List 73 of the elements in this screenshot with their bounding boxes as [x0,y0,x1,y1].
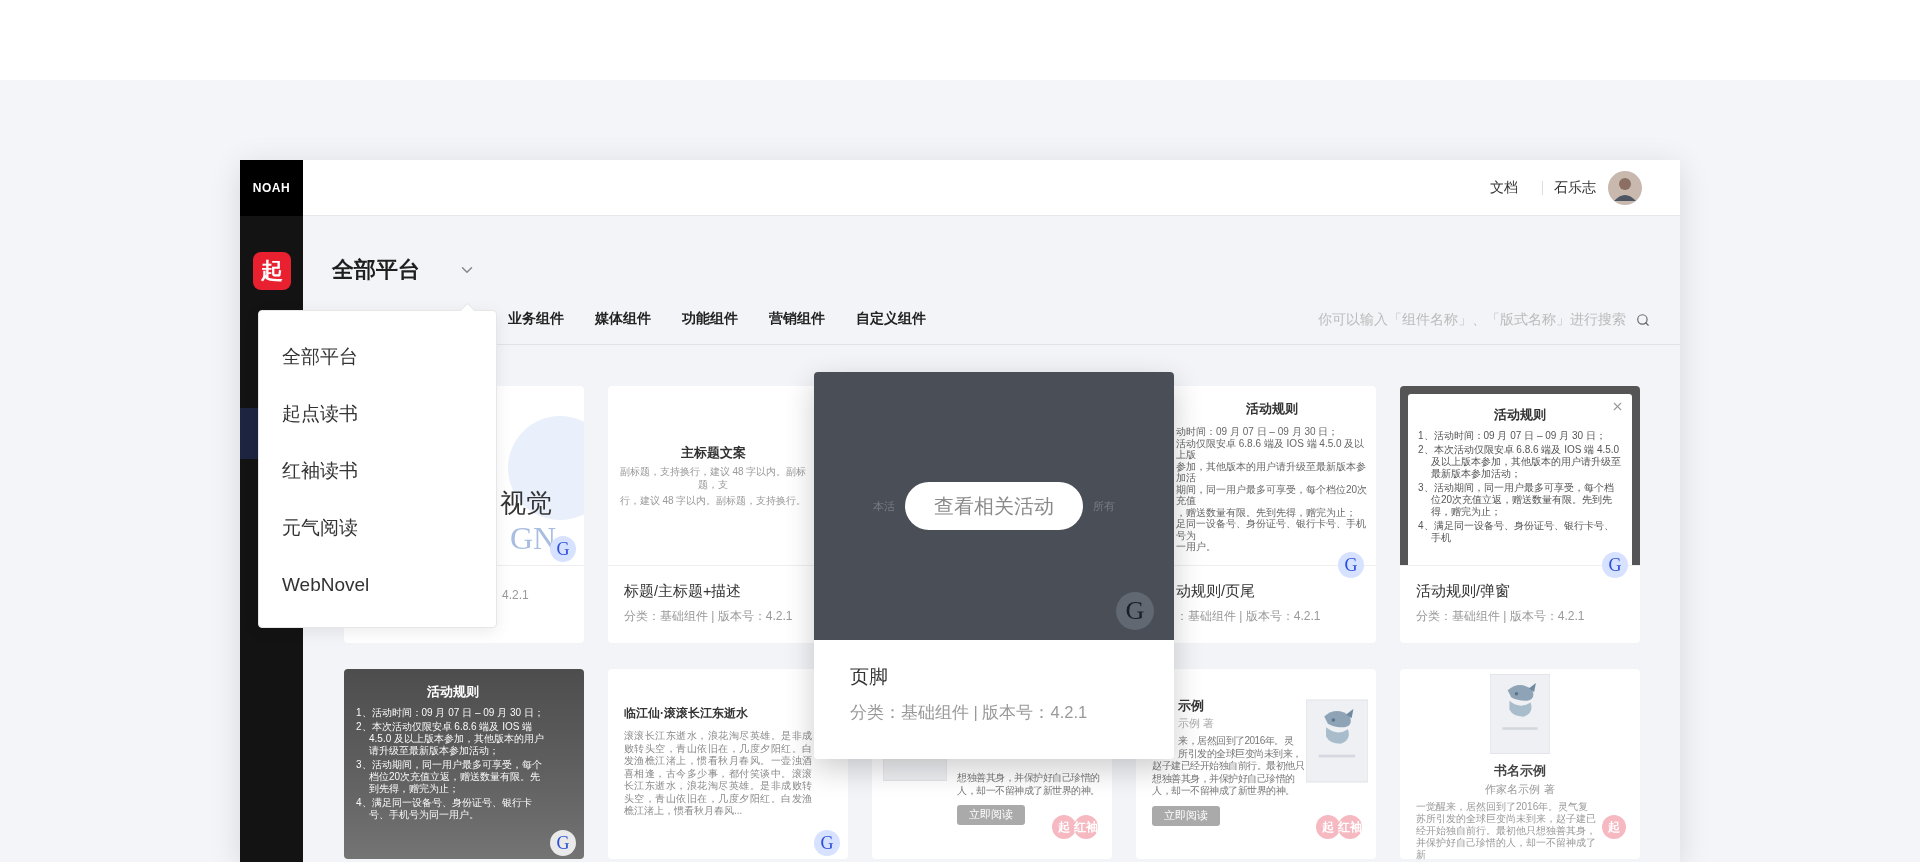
platform-badge: G [814,830,840,856]
thumbnail-heading: 活动规则 [1245,400,1299,418]
book-author: 作家名示例 著 [1485,782,1555,797]
book-description: 想独善其身，并保护好自己珍惜的 [957,772,1101,785]
card-title: 活动规则/弹窗 [1416,582,1512,601]
user-name: 石乐志 [1554,178,1596,197]
rule-item: 1、活动时间：09 月 07 日 – 09 月 30 日； [1418,430,1607,442]
dropdown-item[interactable]: 红袖读书 [259,442,496,499]
card-title: 动规则/页尾 [1176,582,1257,601]
book-description: 所引发的全球巨变尚未到来， [1177,747,1303,760]
book-description: 人，却一不留神成了新世界的神。 [957,784,1101,797]
rule-item: 1、活动时间：09 月 07 日 – 09 月 30 日； [356,707,545,719]
book-description: 人，却一不留神成了新世界的神。 [1152,785,1296,798]
poem-text: 滚滚长江东逝水，浪花淘尽英雄。是非成败转头空，青山依旧在，几度夕阳红。白发渔樵江渚上，惯看秋月春风。一壶浊酒喜相逢，古今多少事，都付笑谈中。滚滚长江东逝水，浪花淘尽英雄。是非成败转头空，青山依旧在，几度夕阳红。白发渔樵江渚上，惯看秋月春风... [624,730,812,818]
thumbnail-heading: 活动规则 [1493,406,1547,424]
dropdown-item[interactable]: 元气阅读 [259,499,496,556]
rule-line: 期间，同一用户最多可享受，每个档位20次充值 [1176,483,1368,507]
search-field[interactable]: 你可以输入「组件名称」、「版式名称」进行搜索 [1308,311,1628,328]
card-meta: 分类：基础组件 | 版本号：4.2.1 [624,608,794,625]
thumbnail-heading: 主标题文案 [680,444,746,462]
book-title: 书名示例 [1494,762,1546,780]
platform-title: 全部平台 [332,256,420,284]
rule-line: 一用户。 [1176,541,1217,553]
card-title: 标题/主标题+描述 [624,582,743,601]
platform-badge: G [1116,592,1154,630]
rule-item: 3、活动期间，同一用户最多可享受，每个档位20次充值立返，赠送数量有限。先到先得，赠完为止； [356,759,543,795]
app-icon[interactable]: 起 [252,252,291,290]
rule-item: 2、本次活动仅限安卓 6.8.6 端及 IOS 端 4.5.0 及以上版本参加，其他版本的用户请升级至最新版本参加活动； [1418,444,1622,480]
rule-line: 动时间：09 月 07 日 – 09 月 30 日； [1176,426,1340,438]
card-meta: 4.2.1 [502,588,530,602]
platform-badge: G [550,830,576,856]
rule-item: 3、活动期间，同一用户最多可享受，每个档位20次充值立返，赠送数量有限。先到先得，赠完为止； [1418,482,1615,518]
book-description: 想独善其身，并保护好自己珍惜的 [1152,772,1296,785]
thumbnail-subtitle: 副标题，支持换行，建议 48 字以内。副标题，支 [618,465,808,491]
poem-title: 临江仙·滚滚长江东逝水 [624,705,749,722]
component-card[interactable]: 活动规则 1、活动时间：09 月 07 日 – 09 月 30 日； 2、本次活动仅限安卓 6.8.6 端及 IOS 端 4.5.0 及以上版本参加，其他版本的用户请升级至最新版本参加活动； 3、活动期间，同一用户最多可享受，每个档位20次充值立返，赠送数量有限。先到先得，赠完为止； 4、满足同一设备号、身份证号、银行卡号、手机号为同一用户。 G [344,669,584,859]
rule-item: 4、满足同一设备号、身份证号、银行卡号、手机号为同一用户。 [356,797,533,821]
category-tab[interactable]: 营销组件 [769,295,825,344]
book-author: 示例 著 [1177,716,1216,731]
category-tab[interactable]: 自定义组件 [856,295,926,344]
logo: NOAH [240,160,303,216]
platform-badge: 起 [1602,815,1626,839]
platform-badge: G [1602,552,1628,578]
dropdown-item[interactable]: 起点读书 [259,385,496,442]
book-description: 来，居然回到了2016年。灵 [1177,735,1295,748]
close-icon [1611,400,1624,413]
avatar [1608,170,1642,205]
component-card[interactable]: 示例 示例 著 来，居然回到了2016年。灵 所引发的全球巨变尚未到来， 赵子建已经开始独自前行。最初他只 想独善其身，并保护好自己珍惜的 人，却一不留神成了新世界的神。 立即阅读 起 红袖 [1136,669,1376,859]
search-icon[interactable] [1636,312,1650,327]
dropdown-item[interactable]: 全部平台 [259,328,496,385]
category-tab[interactable]: 业务组件 [508,295,564,344]
rule-line: 足同一设备号、身份证号、银行卡号、手机号为 [1176,518,1367,541]
rule-item: 2、本次活动仅限安卓 6.8.6 端及 IOS 端 4.5.0 及以上版本参加，其他版本的用户请升级至最新版本参加活动； [356,721,546,757]
thumbnail-headline: 视觉 [500,488,552,520]
component-card[interactable]: 活动规则 1、活动时间：09 月 07 日 – 09 月 30 日； 2、本次活动仅限安卓 6.8.6 端及 IOS 端 4.5.0 及以上版本参加，其他版本的用户请升级至最新版本参加活动； 3、活动期间，同一用户最多可享受，每个档位20次充值立返，赠送数量有限。先到先得，赠完为止； 4、满足同一设备号、身份证号、银行卡号、手机 G 活动规则/弹窗 分类：基础组件 | 版本号：4.2.1 [1400,386,1640,643]
platform-badge: 红袖 [1074,815,1098,839]
card-meta: ：基础组件 | 版本号：4.2.1 [1176,608,1322,625]
card-meta: 分类：基础组件 | 版本号：4.2.1 [1416,608,1586,625]
platform-badge: G [1338,552,1364,578]
rule-item: 4、满足同一设备号、身份证号、银行卡号、手机 [1418,520,1615,544]
rule-line: ，赠送数量有限。先到先得，赠完为止； [1176,506,1357,518]
rule-line: 活动仅限安卓 6.8.6 端及 IOS 端 4.5.0 及以上版 [1176,437,1366,461]
rule-line: 参加，其他版本的用户请升级至最新版本参加活 [1176,460,1367,484]
dropdown-item[interactable]: WebNovel [259,556,496,613]
category-tab[interactable]: 功能组件 [682,295,738,344]
book-description: 赵子建已经开始独自前行。最初他只 [1152,760,1305,773]
component-card[interactable]: 临江仙·滚滚长江东逝水 滚滚长江东逝水，浪花淘尽英雄。是非成败转头空，青山依旧在，几度夕阳红。白发渔樵江渚上，惯看秋月春风。一壶浊酒喜相逢，古今多少事，都付笑谈中。滚滚长江东逝水，浪花淘尽英雄。是非成败转头空，青山依旧在，几度夕阳红。白发渔樵江渚上，惯看秋月春风... G [608,669,848,859]
thumbnail-subtitle: 行，建议 48 字以内。副标题，支持换行。 [619,494,807,507]
thumbnail-heading: 活动规则 [426,683,480,701]
docs-link[interactable]: 文档 [1490,178,1518,197]
book-title: 示例 [1177,697,1205,715]
platform-badge: 红袖 [1338,815,1362,839]
category-tab[interactable]: 媒体组件 [595,295,651,344]
